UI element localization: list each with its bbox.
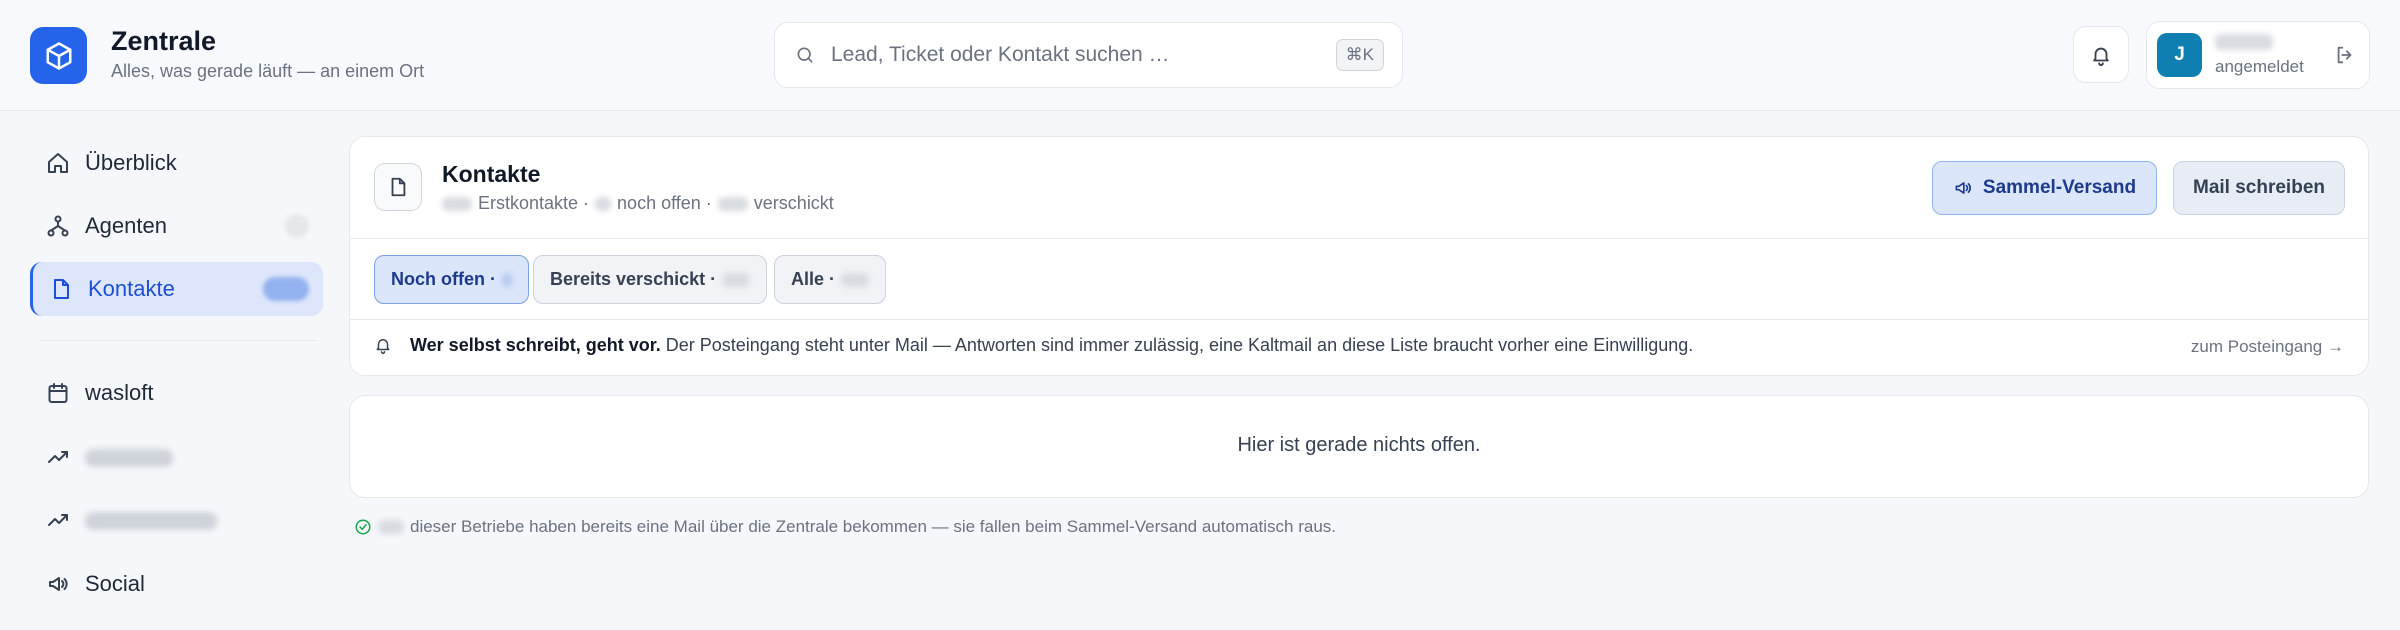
notifications-button[interactable]: [2073, 26, 2129, 83]
tab-noch-offen[interactable]: Noch offen ·: [374, 255, 529, 304]
app-title: Zentrale: [111, 26, 217, 56]
tab-label: Bereits verschickt ·: [550, 269, 717, 289]
bell-icon: [2093, 47, 2109, 66]
sidebar-item-label: Social: [85, 571, 145, 596]
sidebar-item-redacted-2[interactable]: [30, 493, 323, 547]
user-name-redacted: [2215, 34, 2273, 50]
sidebar-item-label-redacted: [85, 449, 173, 467]
top-header: Zentrale Alles, was gerade läuft — an ei…: [0, 0, 2400, 111]
calendar-icon: [48, 383, 68, 403]
write-mail-label: Mail schreiben: [2193, 177, 2325, 198]
notice-heading: Wer selbst schreibt, geht vor.: [410, 335, 661, 355]
divider: [350, 238, 2368, 239]
contacts-icon-box: [374, 163, 422, 211]
tab-label: Alle ·: [791, 269, 836, 289]
bell-icon: [376, 339, 390, 354]
count-redacted: [502, 272, 512, 287]
check-circle-icon: [355, 519, 371, 535]
sidebar-item-label: wasloft: [85, 380, 154, 405]
summary-open: noch offen ·: [617, 193, 712, 213]
agents-icon: [47, 215, 69, 237]
tab-bereits-verschickt[interactable]: Bereits verschickt ·: [533, 255, 768, 304]
tab-label: Noch offen ·: [391, 269, 496, 289]
count-badge: [263, 277, 309, 301]
bulk-send-label: Sammel-Versand: [1982, 177, 2137, 198]
divider: [350, 319, 2368, 320]
sidebar-item-wasloft[interactable]: wasloft: [30, 366, 323, 420]
count-redacted: [841, 272, 870, 287]
count-redacted: [442, 196, 472, 211]
write-mail-button[interactable]: Mail schreiben: [2173, 161, 2345, 215]
app-subtitle: Alles, was gerade läuft — an einem Ort: [111, 61, 425, 81]
avatar[interactable]: J: [2157, 33, 2202, 77]
count-redacted: [722, 272, 751, 287]
count-redacted: [595, 196, 612, 211]
sidebar-item-label: Agenten: [85, 213, 167, 238]
sidebar-item-social[interactable]: Social: [30, 557, 323, 611]
inbox-link[interactable]: zum Posteingang →: [2191, 337, 2344, 357]
empty-state-text: Hier ist gerade nichts offen.: [1237, 434, 1481, 456]
contacts-summary: Erstkontakte · noch offen · verschickt: [442, 193, 834, 214]
sidebar-item-kontakte[interactable]: Kontakte: [30, 262, 323, 316]
search-input[interactable]: [831, 35, 1301, 75]
user-status: angemeldet: [2215, 57, 2304, 76]
footer-note: dieser Betriebe haben bereits eine Mail …: [354, 517, 1336, 537]
footer-text: dieser Betriebe haben bereits eine Mail …: [410, 517, 1337, 536]
document-icon: [54, 279, 69, 299]
sidebar-item-redacted-1[interactable]: [30, 430, 323, 484]
summary-first: Erstkontakte ·: [478, 193, 590, 213]
count-redacted: [378, 520, 404, 534]
logout-icon[interactable]: [2334, 44, 2356, 66]
notice-text: Der Posteingang steht unter Mail — Antwo…: [665, 335, 1694, 355]
sidebar-item-label: Überblick: [85, 150, 177, 175]
trending-icon: [48, 514, 68, 526]
user-menu[interactable]: J angemeldet: [2146, 21, 2370, 89]
contacts-card: Kontakte Erstkontakte · noch offen · ver…: [349, 136, 2369, 376]
sidebar-item-agenten[interactable]: Agenten: [30, 199, 323, 253]
summary-sent: verschickt: [753, 193, 834, 213]
megaphone-icon: [49, 577, 68, 591]
tab-alle[interactable]: Alle ·: [774, 255, 887, 304]
bulk-send-button[interactable]: Sammel-Versand: [1932, 161, 2157, 215]
sidebar-item-label: Kontakte: [88, 276, 175, 301]
sidebar-divider: [40, 340, 317, 341]
search-icon: [797, 47, 813, 63]
app-logo[interactable]: [30, 27, 87, 84]
sidebar-item-ueberblick[interactable]: Überblick: [30, 136, 323, 190]
cube-icon: [46, 41, 71, 70]
document-icon: [391, 177, 406, 197]
megaphone-icon: [1955, 182, 1971, 194]
global-search[interactable]: ⌘K: [774, 22, 1403, 88]
count-redacted: [717, 196, 748, 211]
home-icon: [48, 153, 68, 173]
page-title: Kontakte: [442, 161, 541, 187]
empty-state-card: Hier ist gerade nichts offen.: [349, 395, 2369, 498]
search-shortcut: ⌘K: [1335, 39, 1384, 71]
policy-notice: Wer selbst schreibt, geht vor. Der Poste…: [410, 335, 1693, 356]
count-badge: [285, 214, 309, 238]
sidebar-item-label-redacted: [85, 512, 217, 530]
trending-icon: [48, 451, 68, 463]
